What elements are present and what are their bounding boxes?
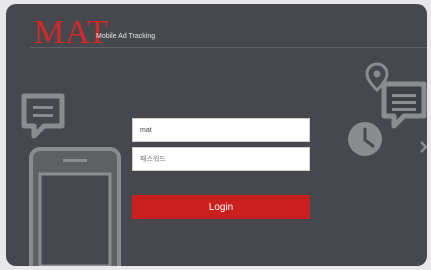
login-panel: MAT Mobile Ad Tracking Login	[6, 4, 427, 266]
chat-bubble-icon	[381, 81, 427, 129]
smartphone-icon	[29, 147, 121, 266]
arrow-icon	[420, 141, 427, 153]
password-field[interactable]	[132, 147, 310, 171]
username-field[interactable]	[132, 118, 310, 142]
clock-icon	[348, 122, 382, 156]
header-divider	[30, 47, 427, 48]
login-button[interactable]: Login	[132, 195, 310, 219]
tagline: Mobile Ad Tracking	[96, 33, 156, 40]
chat-bubble-icon	[21, 93, 65, 139]
